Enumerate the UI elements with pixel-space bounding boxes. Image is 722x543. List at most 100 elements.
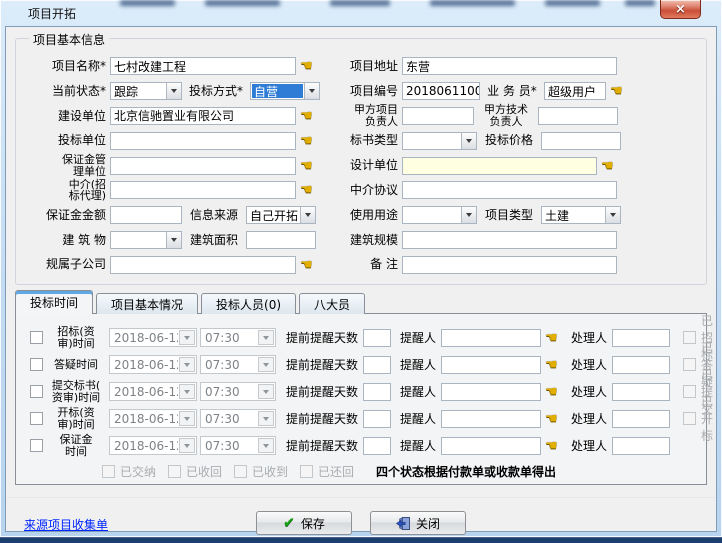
remark-input[interactable] [402,256,617,274]
check-icon: ✔ [283,516,295,530]
project-type-select[interactable]: 土建 [541,206,621,224]
bid-unit-input[interactable] [110,132,296,150]
handler-input[interactable] [612,410,670,428]
chevron-down-icon [258,438,274,453]
date-value: 2018-06-12 [110,412,178,426]
lookup-hand-icon[interactable]: ☚ [300,59,317,73]
agency-input[interactable] [110,181,296,199]
save-button[interactable]: ✔ 保存 [256,511,352,535]
lookup-hand-icon[interactable]: ☚ [545,412,562,426]
chevron-down-icon [179,411,195,426]
titlebar-glass-reflection [120,0,175,6]
design-unit-input[interactable] [402,157,597,175]
tab-bid-personnel[interactable]: 投标人员(0) [201,293,296,314]
window-title: 项目开拓 [28,5,76,22]
lookup-hand-icon[interactable]: ☚ [610,84,627,98]
lookup-hand-icon[interactable]: ☚ [545,439,562,453]
project-type-value: 土建 [542,207,605,223]
remind-days-input[interactable] [363,437,391,455]
construction-unit-input[interactable]: 北京信驰置业有限公司 [110,107,296,125]
party-a-pm-label: 甲方项目 负责人 [350,104,398,127]
row-enable-checkbox[interactable] [30,385,43,398]
building-scale-input[interactable] [402,231,617,249]
close-dialog-button[interactable]: 关闭 [370,511,466,535]
status-checkbox [683,412,696,425]
date-picker: 2018-06-12 [109,436,197,455]
project-name-value: 七村改建工程 [114,58,186,75]
status-label: 已开标 [701,393,713,444]
subsidiary-input[interactable] [110,256,296,274]
info-source-select[interactable]: 自己开拓 [246,206,316,224]
lookup-hand-icon[interactable]: ☚ [545,358,562,372]
handler-input[interactable] [612,356,670,374]
design-unit-label: 设计单位 [350,159,398,172]
lookup-hand-icon[interactable]: ☚ [300,109,317,123]
lookup-hand-icon[interactable]: ☚ [601,159,618,173]
agency-agreement-input[interactable] [402,181,617,199]
handler-input[interactable] [612,437,670,455]
party-a-pm-input[interactable] [402,107,474,125]
bid-method-select[interactable]: 自营 [250,82,320,100]
reminder-label: 提醒人 [400,437,436,454]
date-picker: 2018-06-12 [109,328,197,347]
tab-label: 八大员 [314,296,350,313]
lookup-hand-icon[interactable]: ☚ [300,258,317,272]
salesman-label: 业 务 员* [483,85,541,98]
subsidiary-label: 规属子公司 [20,258,106,271]
chevron-down-icon [258,411,274,426]
remind-days-input[interactable] [363,410,391,428]
handler-input[interactable] [612,329,670,347]
usage-select[interactable] [402,206,477,224]
lookup-hand-icon[interactable]: ☚ [545,385,562,399]
project-name-input[interactable]: 七村改建工程 [110,57,296,75]
row-enable-checkbox[interactable] [30,331,43,344]
deposit-amount-input[interactable] [110,206,182,224]
group-title: 项目基本信息 [29,31,109,48]
payment-check-paid: 已交纳 [102,463,168,480]
salesman-input[interactable]: 超级用户 [544,82,606,100]
construction-unit-label: 建设单位 [20,110,106,123]
date-value: 2018-06-12 [110,358,178,372]
lookup-hand-icon[interactable]: ☚ [545,331,562,345]
close-button[interactable]: × [660,0,701,19]
lookup-hand-icon[interactable]: ☚ [300,134,317,148]
close-icon: × [675,3,686,16]
remind-days-input[interactable] [363,329,391,347]
lookup-hand-icon[interactable]: ☚ [300,159,317,173]
party-a-tech-input[interactable] [538,107,618,125]
handler-label: 处理人 [571,329,607,346]
deposit-mgmt-unit-input[interactable] [110,157,296,175]
bid-time-panel: 招标(资 审)时间 2018-06-12 07:30 提前提醒天数 提醒人 ☚ … [15,313,707,485]
handler-label: 处理人 [571,410,607,427]
tab-strip: 投标时间 项目基本情况 投标人员(0) 八大员 [15,290,365,314]
remind-days-input[interactable] [363,383,391,401]
bid-price-input[interactable] [541,132,621,150]
reminder-input[interactable] [441,410,541,428]
lookup-hand-icon[interactable]: ☚ [300,183,317,197]
remind-days-input[interactable] [363,356,391,374]
bid-doc-type-select[interactable] [402,132,477,150]
building-area-input[interactable] [246,231,316,249]
tab-label: 项目基本情况 [111,296,183,313]
project-address-input[interactable]: 东营 [402,57,617,75]
reminder-input[interactable] [441,329,541,347]
row-enable-checkbox[interactable] [30,439,43,452]
reminder-input[interactable] [441,356,541,374]
building-select[interactable] [110,231,182,249]
tab-eight-members[interactable]: 八大员 [299,293,365,314]
chevron-down-icon [258,330,274,345]
schedule-row-label: 开标(资 审)时间 [47,407,105,429]
handler-input[interactable] [612,383,670,401]
handler-label: 处理人 [571,383,607,400]
reminder-input[interactable] [441,437,541,455]
tab-bid-time[interactable]: 投标时间 [15,290,93,314]
current-status-select[interactable]: 跟踪 [110,82,182,100]
reminder-input[interactable] [441,383,541,401]
tab-label: 投标人员(0) [216,296,281,313]
project-no-input[interactable]: 20180611001 [402,82,480,100]
row-enable-checkbox[interactable] [30,358,43,371]
info-source-label: 信息来源 [185,209,243,222]
tab-project-basic[interactable]: 项目基本情况 [96,293,198,314]
row-enable-checkbox[interactable] [30,412,43,425]
title-bar: 项目开拓 × [0,0,722,26]
